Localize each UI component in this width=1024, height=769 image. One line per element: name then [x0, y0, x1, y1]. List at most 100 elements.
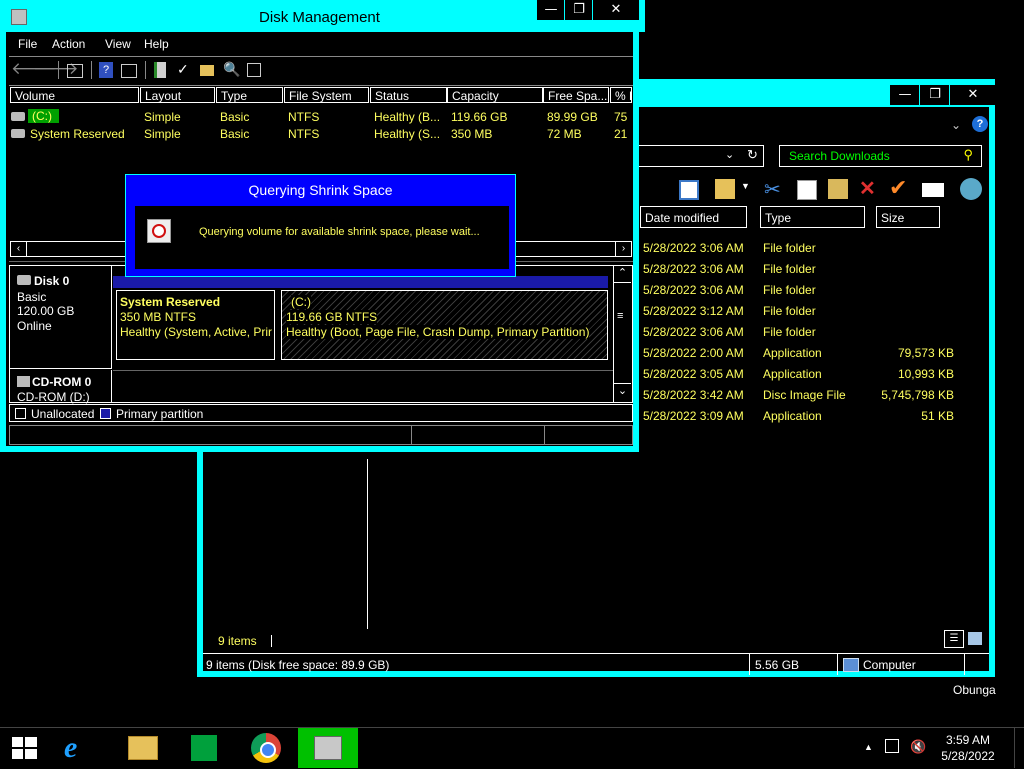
col-volume[interactable]: Volume: [10, 87, 139, 103]
col-type[interactable]: Type: [216, 87, 283, 103]
partition-system-reserved[interactable]: System Reserved 350 MB NTFS Healthy (Sys…: [116, 290, 275, 360]
file-row[interactable]: 5/28/2022 3:06 AM File folder: [643, 322, 963, 343]
start-button[interactable]: [4, 733, 44, 763]
large-icons-view-icon[interactable]: [968, 632, 982, 645]
col-size[interactable]: Size: [876, 206, 940, 228]
address-dropdown-icon[interactable]: ⌄: [725, 148, 734, 161]
status-free-space: 9 items (Disk free space: 89.9 GB): [206, 658, 390, 672]
file-row[interactable]: 5/28/2022 3:09 AM Application 51 KB: [643, 406, 963, 427]
disk-map-scrollbar[interactable]: ⌃ ≡ ⌄: [613, 266, 631, 402]
open-folder-icon[interactable]: [200, 65, 214, 76]
legend-unallocated-swatch: [15, 408, 26, 419]
file-row[interactable]: 5/28/2022 3:12 AM File folder: [643, 301, 963, 322]
copy-icon[interactable]: [797, 180, 817, 200]
refresh-icon[interactable]: ↻: [747, 147, 758, 163]
dropdown-icon[interactable]: ▼: [741, 181, 750, 191]
file-row[interactable]: 5/28/2022 3:06 AM File folder: [643, 259, 963, 280]
volume-layout: Simple: [144, 110, 181, 124]
dm-minimize-button[interactable]: —: [536, 0, 565, 20]
nav-pane-divider[interactable]: [367, 459, 368, 629]
file-date: 5/28/2022 3:06 AM: [643, 283, 744, 297]
col-status[interactable]: Status: [370, 87, 447, 103]
menu-help[interactable]: Help: [144, 37, 169, 51]
item-count: 9 items: [218, 634, 257, 648]
volume-name: (C:): [28, 109, 59, 123]
file-type: File folder: [763, 283, 816, 297]
show-hide-tree-icon[interactable]: [67, 64, 83, 78]
search-disk-icon[interactable]: 🔍: [223, 61, 240, 78]
taskbar-time[interactable]: 3:59 AM: [944, 733, 992, 747]
network-icon[interactable]: [885, 739, 899, 753]
menu-file[interactable]: File: [18, 37, 37, 51]
volume-row[interactable]: System Reserved Simple Basic NTFS Health…: [9, 127, 633, 143]
cdrom-label[interactable]: CD-ROM 0 CD-ROM (D:): [10, 370, 112, 404]
file-row[interactable]: 5/28/2022 2:00 AM Application 79,573 KB: [643, 343, 963, 364]
check-icon[interactable]: ✓: [177, 61, 189, 78]
volume-row[interactable]: (C:) Simple Basic NTFS Healthy (B... 119…: [9, 109, 633, 126]
dialog-title[interactable]: Querying Shrink Space: [126, 182, 515, 198]
details-pane-icon[interactable]: [679, 180, 699, 200]
menu-view[interactable]: View: [105, 37, 131, 51]
explorer-close-button[interactable]: ✕: [949, 85, 996, 105]
volume-pct: 75: [614, 110, 628, 124]
disk0-label[interactable]: Disk 0 Basic 120.00 GB Online: [10, 266, 112, 369]
file-row[interactable]: 5/28/2022 3:05 AM Application 10,993 KB: [643, 364, 963, 385]
store-icon: [191, 735, 217, 761]
cut-icon[interactable]: ✂: [764, 177, 781, 202]
explorer-maximize-button[interactable]: ❐: [919, 85, 950, 105]
list-view-icon[interactable]: [121, 64, 137, 78]
col-capacity[interactable]: Capacity: [447, 87, 543, 103]
volume-capacity: 119.66 GB: [451, 110, 508, 124]
scroll-left-icon[interactable]: ‹: [11, 242, 27, 256]
taskbar-explorer-button[interactable]: [112, 728, 172, 768]
disk0-name: Disk 0: [34, 274, 70, 288]
checkmark-icon[interactable]: ✔: [889, 175, 907, 201]
explorer-minimize-button[interactable]: —: [889, 85, 920, 105]
dm-maximize-button[interactable]: ❐: [564, 0, 593, 20]
file-date: 5/28/2022 3:06 AM: [643, 325, 744, 339]
col-type[interactable]: Type: [760, 206, 865, 228]
dm-close-button[interactable]: ✕: [592, 0, 639, 20]
col-percent-free[interactable]: % F: [610, 87, 632, 103]
file-list: 5/28/2022 3:06 AM File folder 5/28/2022 …: [643, 238, 963, 438]
properties-icon[interactable]: [247, 63, 261, 77]
dialog-message: Querying volume for available shrink spa…: [199, 226, 480, 238]
file-type: Application: [763, 367, 822, 381]
properties-shell-icon[interactable]: [960, 178, 982, 200]
status-separator-3: [964, 654, 965, 675]
menu-action[interactable]: Action: [52, 37, 85, 51]
show-desktop-button[interactable]: [1014, 728, 1024, 768]
details-view-icon[interactable]: ☰: [944, 630, 964, 648]
rename-icon[interactable]: [922, 183, 944, 197]
scroll-right-icon[interactable]: ›: [615, 242, 631, 256]
refresh-disk-icon[interactable]: [154, 62, 166, 78]
scroll-thumb-icon[interactable]: ≡: [617, 310, 623, 322]
taskbar-chrome-button[interactable]: [236, 728, 296, 768]
taskbar-store-button[interactable]: [174, 728, 234, 768]
delete-icon[interactable]: ✕: [859, 176, 876, 201]
paste-icon[interactable]: [828, 179, 848, 199]
col-layout[interactable]: Layout: [140, 87, 215, 103]
taskbar-date[interactable]: 5/28/2022: [938, 749, 998, 763]
help-icon[interactable]: ?: [972, 116, 988, 132]
help-book-icon[interactable]: ?: [99, 62, 113, 78]
ribbon-expand-icon[interactable]: ⌄: [951, 118, 961, 132]
tb-sep-1: [58, 61, 59, 79]
col-date-modified[interactable]: Date modified: [640, 206, 747, 228]
taskbar-diskmgmt-button[interactable]: [298, 728, 358, 768]
folder-options-icon[interactable]: [715, 179, 735, 199]
search-input[interactable]: Search Downloads ⚲: [779, 145, 982, 167]
disk0-state: Online: [17, 319, 52, 333]
col-free-space[interactable]: Free Spa...: [543, 87, 609, 103]
file-row[interactable]: 5/28/2022 3:42 AM Disc Image File 5,745,…: [643, 385, 963, 406]
scroll-down-icon[interactable]: ⌄: [614, 383, 631, 401]
scroll-up-icon[interactable]: ⌃: [614, 266, 631, 283]
file-row[interactable]: 5/28/2022 3:06 AM File folder: [643, 280, 963, 301]
volume-muted-icon[interactable]: 🔇: [910, 739, 926, 755]
file-row[interactable]: 5/28/2022 3:06 AM File folder: [643, 238, 963, 259]
show-hidden-icons[interactable]: ▲: [864, 742, 873, 752]
col-file-system[interactable]: File System: [284, 87, 369, 103]
partition-c[interactable]: (C:) 119.66 GB NTFS Healthy (Boot, Page …: [281, 290, 608, 360]
internet-explorer-icon: e: [64, 731, 78, 764]
taskbar-ie-button[interactable]: e: [50, 728, 110, 768]
